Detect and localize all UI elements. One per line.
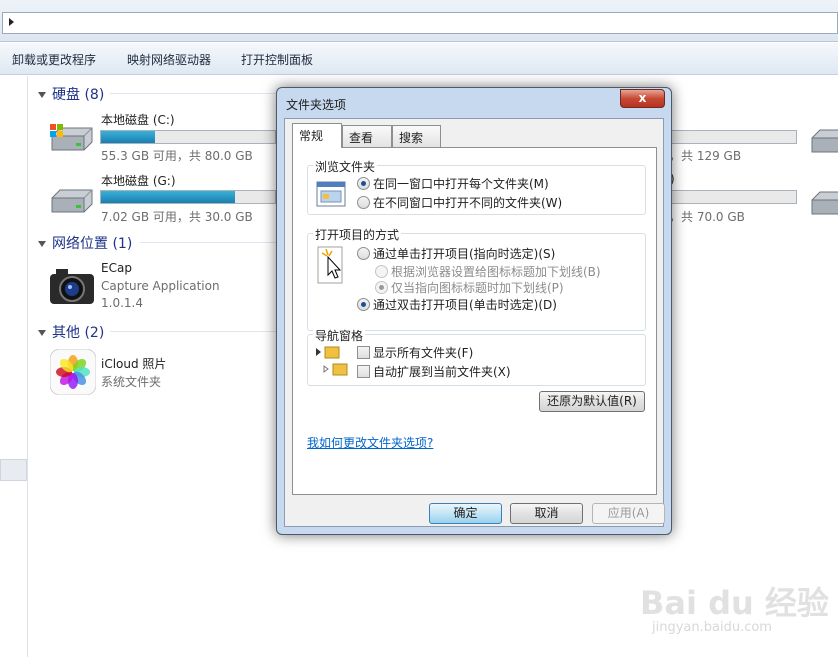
tab-search[interactable]: 搜索	[392, 125, 441, 147]
group-header-hard-disks[interactable]: 硬盘 (8)	[38, 84, 104, 104]
tab-panel-general: 浏览文件夹 在同一窗口中打开每个文件夹(M) 在不同窗口中打开不同的文件夹(W)…	[292, 147, 657, 495]
drive-c-usage-bar	[100, 130, 276, 144]
help-link[interactable]: 我如何更改文件夹选项?	[307, 434, 433, 451]
dialog-body: 常规 查看 搜索 浏览文件夹 在同一窗口中打开每个文件夹(M) 在不同窗口中打开…	[284, 118, 665, 527]
address-input[interactable]	[2, 12, 838, 34]
ecap-description: Capture Application	[101, 279, 220, 293]
close-button[interactable]: x	[620, 89, 665, 108]
windows-drive-icon[interactable]	[48, 124, 96, 154]
drive-icon-right-1[interactable]	[808, 126, 838, 156]
folder-tree-illustration-icon	[316, 346, 348, 376]
uninstall-program-button[interactable]: 卸载或更改程序	[12, 51, 96, 68]
open-control-panel-button[interactable]: 打开控制面板	[241, 51, 313, 68]
cancel-button[interactable]: 取消	[510, 503, 583, 524]
navigation-pane	[0, 76, 28, 657]
baidu-watermark-url: jingyan.baidu.com	[652, 620, 772, 635]
group-title: 打开项目的方式	[313, 226, 402, 243]
apply-button[interactable]: 应用(A)	[592, 503, 665, 524]
group-header-network[interactable]: 网络位置 (1)	[38, 233, 132, 253]
baidu-watermark: Bai du 经验	[640, 584, 829, 622]
group-header-other[interactable]: 其他 (2)	[38, 322, 104, 342]
drive-right-1-usage-bar	[670, 130, 797, 144]
group-title: 硬盘 (8)	[52, 87, 105, 103]
folder-options-dialog: 文件夹选项 x 常规 查看 搜索 浏览文件夹 在同一窗口中打开每个文件夹(M) …	[276, 87, 672, 535]
nav-pane-item[interactable]	[0, 459, 27, 481]
option-underline-hover[interactable]: 仅当指向图标标题时加下划线(P)	[391, 279, 564, 296]
close-icon: x	[638, 91, 647, 105]
icloud-photos-subtitle: 系统文件夹	[101, 375, 162, 389]
pointer-click-illustration-icon	[317, 246, 343, 284]
option-auto-expand[interactable]: 自动扩展到当前文件夹(X)	[373, 363, 511, 380]
drive-right-2-usage-bar	[670, 190, 797, 204]
radio-different-window[interactable]	[357, 196, 370, 209]
checkbox-show-all-folders[interactable]	[357, 346, 370, 359]
option-double-click[interactable]: 通过双击打开项目(单击时选定)(D)	[373, 296, 557, 313]
ecap-title[interactable]: ECap	[101, 261, 132, 275]
radio-single-click[interactable]	[357, 247, 370, 260]
radio-same-window[interactable]	[357, 177, 370, 190]
drive-c-name[interactable]: 本地磁盘 (C:)	[101, 111, 175, 128]
drive-g-usage-bar	[100, 190, 276, 204]
drive-right-2-space: ，共 70.0 GB	[669, 210, 745, 224]
group-title: 浏览文件夹	[313, 158, 378, 175]
tab-general[interactable]: 常规	[292, 123, 342, 148]
drive-icon[interactable]	[48, 186, 96, 216]
drive-g-space: 7.02 GB 可用，共 30.0 GB	[101, 210, 253, 224]
collapse-arrow-icon[interactable]	[38, 241, 46, 247]
toolbar: 卸载或更改程序 映射网络驱动器 打开控制面板	[0, 43, 838, 75]
dialog-title: 文件夹选项	[286, 98, 347, 112]
option-show-all-folders[interactable]: 显示所有文件夹(F)	[373, 344, 473, 361]
option-different-window[interactable]: 在不同窗口中打开不同的文件夹(W)	[373, 194, 562, 211]
radio-underline-hover[interactable]	[375, 281, 388, 294]
icloud-photos-title[interactable]: iCloud 照片	[101, 355, 166, 372]
collapse-arrow-icon[interactable]	[38, 330, 46, 336]
icloud-photos-icon[interactable]	[50, 349, 96, 395]
ok-button[interactable]: 确定	[429, 503, 502, 524]
group-title: 导航窗格	[313, 327, 366, 344]
group-title: 网络位置 (1)	[52, 236, 133, 252]
drive-c-space: 55.3 GB 可用，共 80.0 GB	[101, 149, 253, 163]
drive-g-name[interactable]: 本地磁盘 (G:)	[101, 172, 176, 189]
collapse-arrow-icon[interactable]	[38, 92, 46, 98]
breadcrumb-arrow-icon[interactable]	[9, 18, 14, 26]
drive-icon-right-2[interactable]	[808, 188, 838, 218]
option-single-click[interactable]: 通过单击打开项目(指向时选定)(S)	[373, 245, 555, 262]
radio-underline-browser[interactable]	[375, 265, 388, 278]
restore-defaults-button[interactable]: 还原为默认值(R)	[539, 391, 645, 412]
tab-view[interactable]: 查看	[342, 125, 392, 147]
browse-folders-illustration-icon	[316, 181, 346, 207]
ecap-version: 1.0.1.4	[101, 296, 143, 310]
camera-icon[interactable]	[48, 266, 96, 306]
drive-right-1-space: ，共 129 GB	[669, 149, 742, 163]
drive-g-usage-fill	[101, 191, 235, 203]
group-divider	[110, 93, 278, 94]
checkbox-auto-expand[interactable]	[357, 365, 370, 378]
group-divider	[140, 242, 278, 243]
radio-double-click[interactable]	[357, 298, 370, 311]
group-divider	[110, 331, 278, 332]
option-same-window[interactable]: 在同一窗口中打开每个文件夹(M)	[373, 175, 549, 192]
address-bar-area	[0, 0, 838, 42]
map-network-drive-button[interactable]: 映射网络驱动器	[127, 51, 211, 68]
drive-c-usage-fill	[101, 131, 155, 143]
group-title: 其他 (2)	[52, 325, 105, 341]
option-underline-browser[interactable]: 根据浏览器设置给图标标题加下划线(B)	[391, 263, 601, 280]
